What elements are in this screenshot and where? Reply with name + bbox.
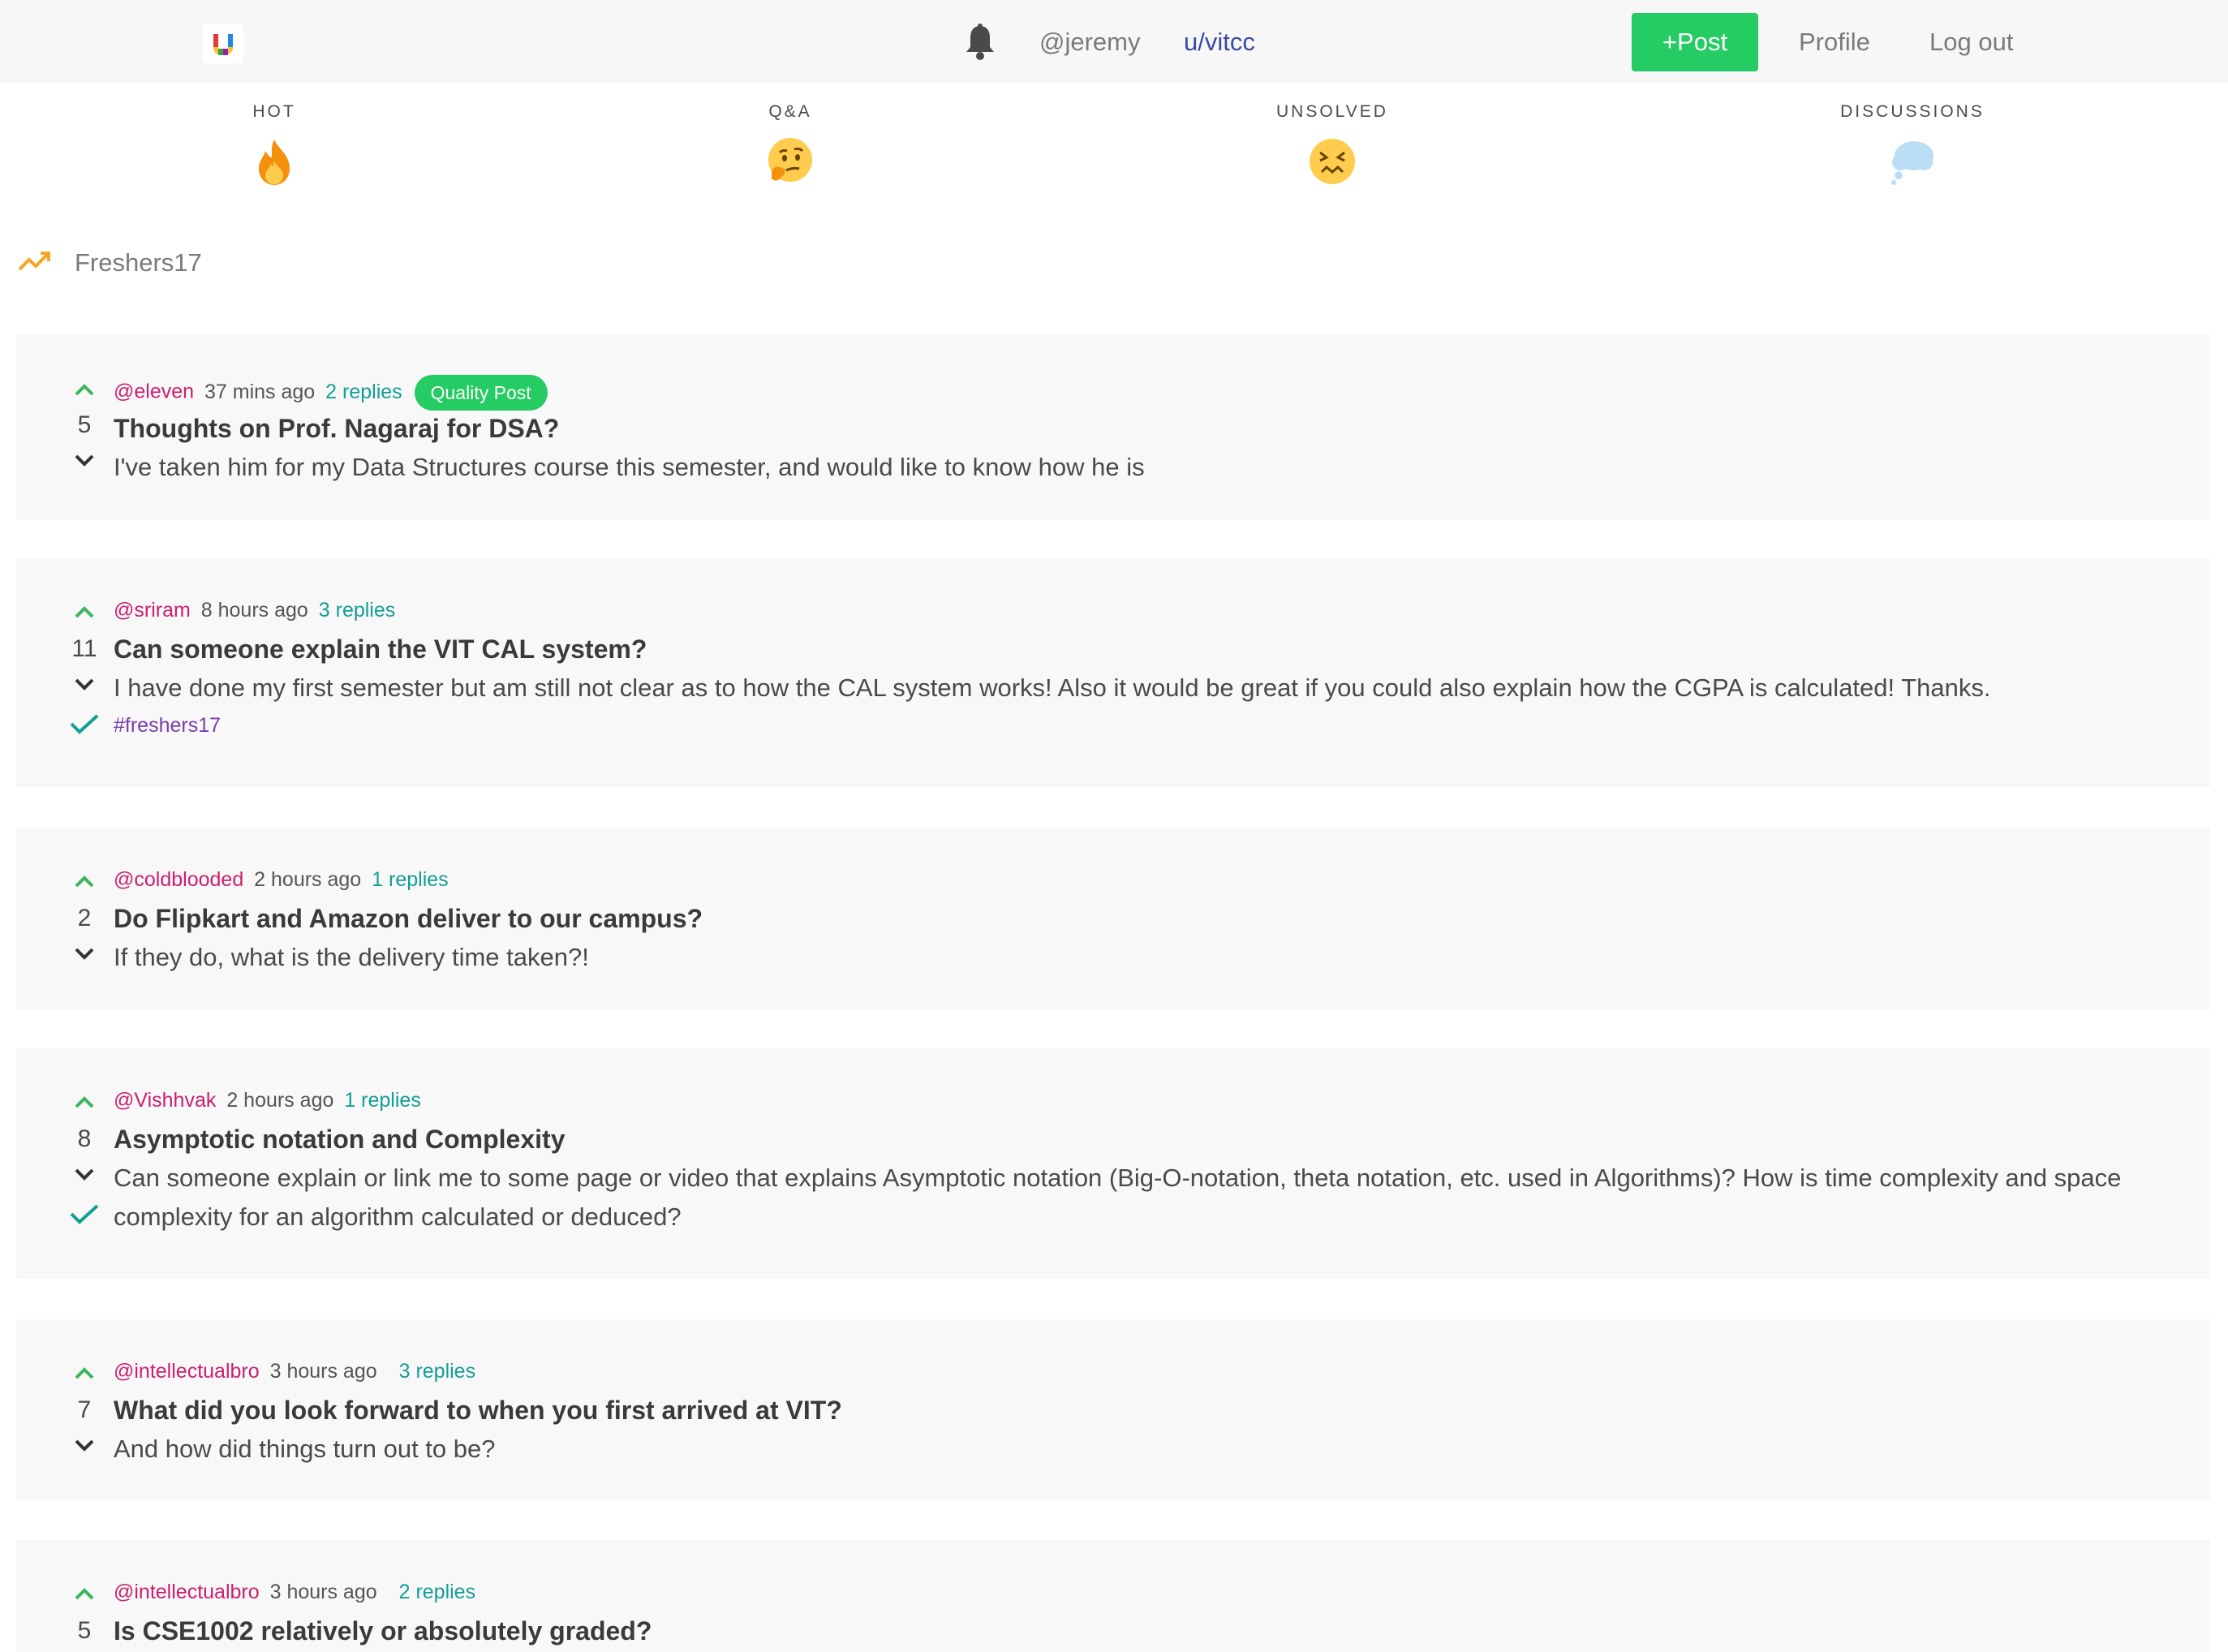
post-author[interactable]: @sriram — [114, 599, 191, 622]
upvote-icon[interactable] — [68, 870, 101, 893]
logout-link[interactable]: Log out — [1929, 28, 2013, 57]
post-title[interactable]: Thoughts on Prof. Nagaraj for DSA? — [114, 412, 559, 445]
post-time: 8 hours ago — [200, 599, 308, 622]
vote-score: 5 — [77, 1617, 92, 1644]
post-card[interactable]: 7 @intellectualbro 3 hours ago 3 replies… — [16, 1319, 2210, 1499]
upvote-icon[interactable] — [68, 1362, 101, 1384]
post-card[interactable]: 2 @coldblooded 2 hours ago 1 replies Do … — [16, 828, 2210, 1009]
downvote-icon[interactable] — [68, 450, 101, 472]
notifications-bell-icon[interactable] — [963, 23, 997, 62]
post-time: 3 hours ago — [269, 1581, 377, 1603]
post-replies[interactable]: 2 replies — [325, 381, 402, 403]
thought-balloon-emoji-icon — [1891, 141, 1933, 185]
upvote-icon[interactable] — [68, 378, 101, 401]
category-tab-discussions[interactable]: DISCUSSIONS — [1823, 102, 2002, 187]
post-meta: @intellectualbro 3 hours ago 2 replies — [114, 1579, 475, 1605]
post-body: And how did things turn out to be? — [114, 1435, 496, 1463]
post-author[interactable]: @coldblooded — [114, 868, 243, 891]
post-body: Can someone explain or link me to some p… — [114, 1164, 2122, 1231]
category-label: DISCUSSIONS — [1840, 102, 1985, 121]
category-label: UNSOLVED — [1276, 102, 1388, 121]
vote-score: 11 — [71, 635, 97, 662]
category-tab-qa[interactable]: Q&A — [701, 102, 880, 187]
vote-score: 7 — [77, 1396, 92, 1423]
post-author[interactable]: @intellectualbro — [114, 1581, 260, 1603]
vote-score: 8 — [77, 1125, 92, 1152]
post-replies[interactable]: 3 replies — [319, 599, 396, 622]
post-hashtag[interactable]: #freshers17 — [114, 714, 221, 738]
upvote-icon[interactable] — [68, 1091, 101, 1113]
solved-check-icon — [70, 714, 99, 734]
solved-check-icon — [70, 1204, 99, 1224]
downvote-icon[interactable] — [68, 1435, 101, 1457]
post-meta: @coldblooded 2 hours ago 1 replies — [114, 867, 449, 893]
quality-post-badge: Quality Post — [414, 375, 548, 411]
downvote-icon[interactable] — [68, 1164, 101, 1186]
post-card[interactable]: 5 @intellectualbro 3 hours ago 2 replies… — [16, 1540, 2210, 1652]
category-tab-hot[interactable]: HOT — [185, 102, 363, 187]
post-title[interactable]: Can someone explain the VIT CAL system? — [114, 633, 647, 665]
fire-emoji-icon — [259, 140, 290, 185]
post-meta: @eleven 37 mins ago 2 replies Quality Po… — [114, 375, 548, 411]
current-username[interactable]: @jeremy — [1039, 28, 1140, 57]
thinking-face-emoji-icon — [768, 138, 812, 182]
post-replies[interactable]: 2 replies — [399, 1581, 476, 1603]
category-tab-unsolved[interactable]: UNSOLVED — [1243, 102, 1422, 187]
post-author[interactable]: @Vishhvak — [114, 1089, 216, 1112]
downvote-icon[interactable] — [68, 943, 101, 966]
logo-icon — [213, 34, 233, 55]
trending-up-icon — [18, 252, 50, 271]
post-body: If they do, what is the delivery time ta… — [114, 943, 589, 971]
post-time: 2 hours ago — [254, 868, 362, 891]
post-meta: @intellectualbro 3 hours ago 3 replies — [114, 1358, 475, 1384]
new-post-button[interactable]: +Post — [1632, 13, 1758, 71]
top-navbar: @jeremy u/vitcc +Post Profile Log out — [0, 0, 2228, 83]
category-label: HOT — [252, 102, 296, 121]
post-body: I have done my first semester but am sti… — [114, 673, 1991, 702]
post-time: 37 mins ago — [204, 380, 316, 403]
post-card[interactable]: 11 @sriram 8 hours ago 3 replies Can som… — [16, 558, 2210, 787]
post-body: I've taken him for my Data Structures co… — [114, 453, 1145, 481]
post-author[interactable]: @intellectualbro — [114, 1360, 260, 1383]
subreddit-link[interactable]: u/vitcc — [1184, 28, 1255, 57]
post-replies[interactable]: 3 replies — [399, 1360, 476, 1383]
app-logo[interactable] — [203, 24, 243, 63]
confounded-face-emoji-icon — [1310, 139, 1355, 184]
post-card[interactable]: 5 @eleven 37 mins ago 2 replies Quality … — [16, 334, 2210, 519]
post-author[interactable]: @eleven — [114, 381, 194, 403]
post-title[interactable]: Is CSE1002 relatively or absolutely grad… — [114, 1615, 652, 1647]
downvote-icon[interactable] — [68, 673, 101, 696]
category-label: Q&A — [768, 102, 812, 121]
upvote-icon[interactable] — [68, 600, 101, 623]
post-time: 2 hours ago — [226, 1089, 334, 1112]
post-time: 3 hours ago — [269, 1360, 377, 1383]
post-title[interactable]: What did you look forward to when you fi… — [114, 1394, 842, 1426]
post-meta: @sriram 8 hours ago 3 replies — [114, 597, 395, 623]
vote-score: 2 — [77, 905, 92, 931]
post-title[interactable]: Asymptotic notation and Complexity — [114, 1123, 565, 1155]
profile-link[interactable]: Profile — [1799, 28, 1870, 57]
upvote-icon[interactable] — [68, 1582, 101, 1605]
post-meta: @Vishhvak 2 hours ago 1 replies — [114, 1087, 421, 1113]
trending-tag-label[interactable]: Freshers17 — [75, 248, 202, 277]
post-title[interactable]: Do Flipkart and Amazon deliver to our ca… — [114, 902, 703, 935]
post-card[interactable]: 8 @Vishhvak 2 hours ago 1 replies Asympt… — [16, 1048, 2210, 1279]
post-replies[interactable]: 1 replies — [344, 1089, 421, 1112]
post-replies[interactable]: 1 replies — [372, 868, 449, 891]
vote-score: 5 — [77, 411, 92, 438]
